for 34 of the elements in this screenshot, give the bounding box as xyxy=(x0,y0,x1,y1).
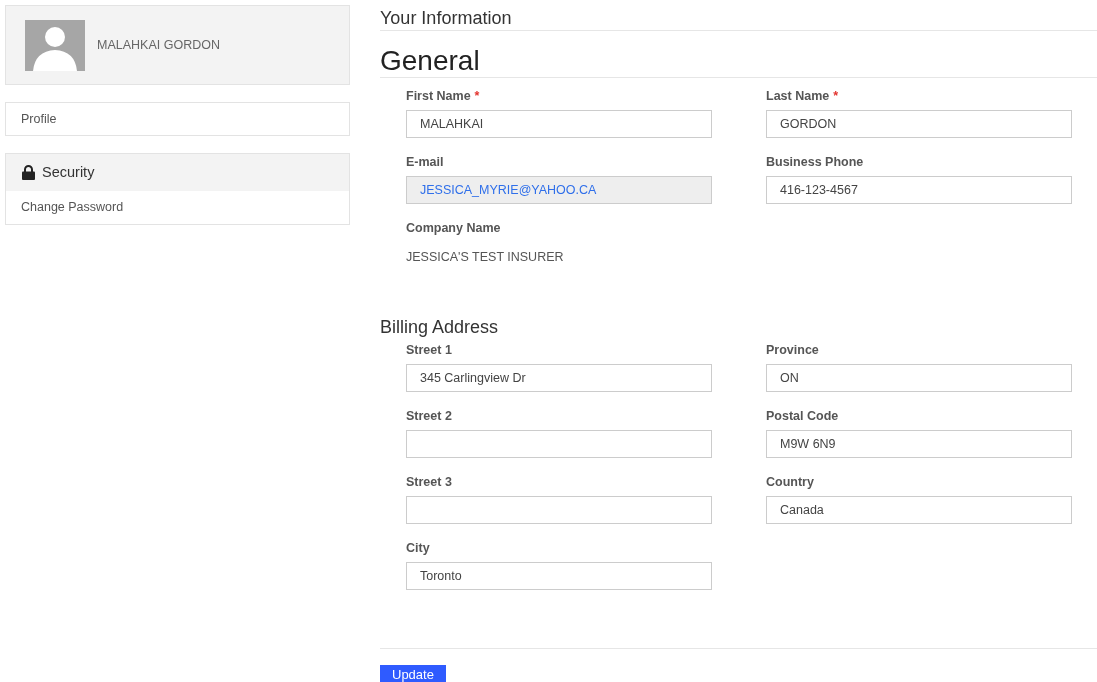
field-label: Street 2 xyxy=(406,407,452,425)
section-heading: General xyxy=(380,45,481,77)
input-field[interactable]: GORDON xyxy=(766,110,1072,138)
input-field[interactable]: M9W 6N9 xyxy=(766,430,1072,458)
field-label: Company Name xyxy=(406,219,501,237)
section-label: Security xyxy=(42,162,95,182)
section-heading: Billing Address xyxy=(380,316,500,338)
field-label: Province xyxy=(766,341,819,359)
input-field[interactable]: 345 Carlingview Dr xyxy=(406,364,712,392)
required-mark: * xyxy=(833,87,839,105)
avatar-icon xyxy=(25,19,85,71)
input-field[interactable]: Canada xyxy=(766,496,1072,524)
input-field[interactable]: Toronto xyxy=(406,562,712,590)
field-label: Business Phone xyxy=(766,153,864,171)
required-mark: * xyxy=(474,87,480,105)
input-field[interactable]: 416-123-4567 xyxy=(766,176,1072,204)
input-field[interactable] xyxy=(406,430,712,458)
update-button[interactable]: Update xyxy=(380,665,446,682)
field-label: E-mail xyxy=(406,153,444,171)
field-label: City xyxy=(406,539,430,557)
field-label: Street 3 xyxy=(406,473,452,491)
input-field[interactable]: MALAHKAI xyxy=(406,110,712,138)
lock-icon xyxy=(21,165,36,180)
field-value: JESSICA'S TEST INSURER xyxy=(406,249,565,266)
profile-link[interactable]: Profile xyxy=(5,102,350,136)
field-label: Last Name xyxy=(766,87,830,105)
page-title: Your Information xyxy=(380,7,513,30)
field-label: Street 1 xyxy=(406,341,452,359)
input-field[interactable] xyxy=(406,496,712,524)
field-label: Country xyxy=(766,473,814,491)
field-label: Postal Code xyxy=(766,407,839,425)
field-label: First Name xyxy=(406,87,471,105)
user-name: MALAHKAI GORDON xyxy=(97,36,220,54)
input-field[interactable]: ON xyxy=(766,364,1072,392)
